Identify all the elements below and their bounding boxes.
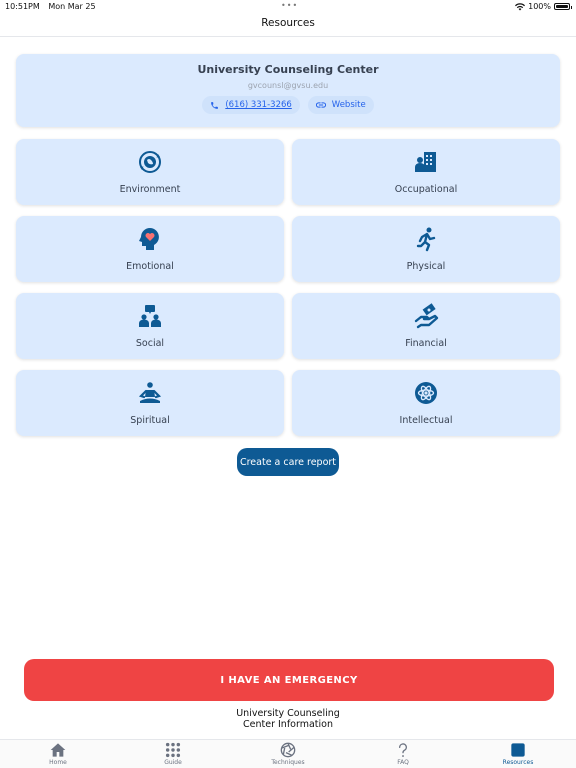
footer-line-2: Center Information bbox=[243, 719, 333, 730]
status-time: 10:51PM bbox=[5, 2, 40, 11]
head-heart-icon bbox=[139, 228, 159, 250]
tile-emotional[interactable]: Emotional bbox=[16, 216, 284, 282]
wifi-icon bbox=[515, 2, 526, 10]
header-divider bbox=[0, 36, 576, 37]
tile-label: Spiritual bbox=[130, 415, 170, 426]
tile-label: Financial bbox=[405, 338, 447, 349]
page-title: Resources bbox=[261, 17, 315, 29]
status-left: 10:51PM Mon Mar 25 bbox=[5, 2, 102, 11]
square-icon bbox=[511, 743, 525, 757]
tile-label: Occupational bbox=[394, 184, 458, 195]
running-person-icon bbox=[416, 227, 436, 252]
multitasking-dots-icon[interactable]: ••• bbox=[281, 1, 298, 10]
phone-icon bbox=[211, 101, 219, 109]
tile-physical[interactable]: Physical bbox=[292, 216, 560, 282]
footer-line-1: University Counseling bbox=[236, 708, 340, 719]
question-icon bbox=[398, 743, 407, 757]
counseling-center-card: University Counseling Center gvcounsl@gv… bbox=[16, 54, 560, 127]
tile-occupational[interactable]: Occupational bbox=[292, 139, 560, 205]
center-email[interactable]: gvcounsl@gvsu.edu bbox=[16, 81, 560, 90]
grid-icon bbox=[165, 742, 181, 758]
tab-label: Guide bbox=[164, 759, 182, 766]
tile-label: Emotional bbox=[126, 261, 174, 272]
status-right: 100% bbox=[515, 2, 572, 11]
center-information-link[interactable]: University Counseling Center Information bbox=[0, 708, 576, 730]
tab-label: Resources bbox=[502, 759, 534, 766]
tile-intellectual[interactable]: Intellectual bbox=[292, 370, 560, 436]
create-care-report-button[interactable]: Create a care report bbox=[237, 448, 339, 476]
center-name: University Counseling Center bbox=[197, 63, 379, 76]
tile-label: Social bbox=[135, 338, 165, 349]
tile-spiritual[interactable]: Spiritual bbox=[16, 370, 284, 436]
website-label: Website bbox=[331, 100, 366, 110]
home-icon bbox=[50, 743, 66, 757]
hand-money-icon bbox=[414, 303, 439, 329]
tile-label: Intellectual bbox=[399, 415, 453, 426]
website-button[interactable]: Website bbox=[307, 96, 374, 114]
phone-number: (616) 331-3266 bbox=[225, 100, 292, 110]
battery-icon bbox=[554, 3, 572, 10]
tab-label: Techniques bbox=[271, 759, 305, 766]
tile-environment[interactable]: Environment bbox=[16, 139, 284, 205]
tab-techniques[interactable]: Techniques bbox=[258, 742, 318, 766]
tile-label: Environment bbox=[119, 184, 181, 195]
tab-home[interactable]: Home bbox=[28, 742, 88, 766]
tile-financial[interactable]: Financial bbox=[292, 293, 560, 359]
center-links: (616) 331-3266 Website bbox=[16, 96, 560, 114]
tab-resources[interactable]: Resources bbox=[488, 742, 548, 766]
status-date: Mon Mar 25 bbox=[48, 2, 96, 11]
tile-social[interactable]: Social bbox=[16, 293, 284, 359]
aperture-icon bbox=[280, 742, 296, 758]
battery-percent: 100% bbox=[528, 2, 551, 11]
people-chat-icon bbox=[139, 305, 161, 327]
phone-button[interactable]: (616) 331-3266 bbox=[202, 96, 300, 114]
link-icon bbox=[315, 102, 326, 108]
tile-label: Physical bbox=[406, 261, 446, 272]
tab-bar: Home Guide Techniques FAQ Resources bbox=[0, 739, 576, 768]
office-worker-icon bbox=[415, 152, 436, 172]
meditation-icon bbox=[138, 382, 162, 403]
status-bar: 10:51PM Mon Mar 25 ••• 100% bbox=[0, 0, 576, 14]
atom-icon bbox=[415, 382, 437, 404]
tab-faq[interactable]: FAQ bbox=[373, 742, 433, 766]
emergency-button[interactable]: I HAVE AN EMERGENCY bbox=[24, 659, 554, 701]
tab-guide[interactable]: Guide bbox=[143, 742, 203, 766]
tab-label: Home bbox=[49, 759, 67, 766]
globe-refresh-icon bbox=[139, 151, 161, 173]
battery-fill bbox=[556, 5, 568, 8]
tab-label: FAQ bbox=[397, 759, 409, 766]
